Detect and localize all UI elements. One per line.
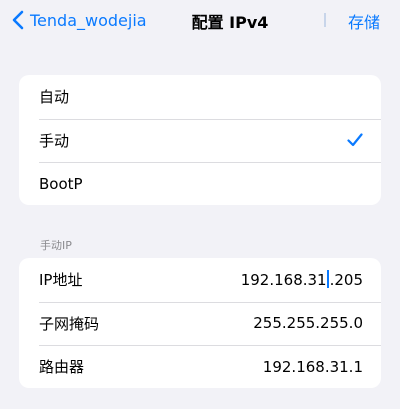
manual-ip-fields: IP地址 192.168.31.205 子网掩码 255.255.255.0 路… [19, 258, 381, 388]
field-label: 路由器 [39, 358, 85, 377]
configure-ipv4-options: 自动 手动 BootP [19, 75, 381, 205]
option-label: BootP [39, 174, 83, 193]
checkmark-icon [347, 133, 363, 147]
ip-address-row[interactable]: IP地址 192.168.31.205 [19, 258, 381, 302]
page-title: 配置 IPv4 [191, 13, 269, 32]
subnet-mask-row[interactable]: 子网掩码 255.255.255.0 [19, 301, 381, 346]
option-label: 手动 [39, 131, 70, 150]
option-bootp[interactable]: BootP [19, 162, 381, 205]
option-manual[interactable]: 手动 [19, 118, 381, 163]
back-button-label: Tenda_wodejia [30, 10, 147, 30]
save-button[interactable]: 存储 [348, 9, 380, 33]
option-label: 自动 [39, 88, 70, 107]
subnet-mask-input[interactable]: 255.255.255.0 [253, 314, 363, 332]
router-row[interactable]: 路由器 192.168.31.1 [19, 345, 381, 388]
navigation-bar: Tenda_wodejia 配置 IPv4 存储 [0, 0, 400, 44]
router-input[interactable]: 192.168.31.1 [263, 358, 363, 376]
nav-divider [324, 13, 326, 27]
ip-address-text-before-cursor: 192.168.31 [240, 271, 327, 290]
option-auto[interactable]: 自动 [19, 75, 381, 119]
field-label: 子网掩码 [39, 314, 100, 333]
chevron-left-icon [12, 10, 24, 30]
configure-ipv4-screen: Tenda_wodejia 配置 IPv4 存储 自动 手动 BootP 手动I… [0, 0, 400, 409]
field-label: IP地址 [39, 271, 83, 290]
ip-address-input[interactable]: 192.168.31.205 [241, 270, 363, 289]
back-button[interactable]: Tenda_wodejia [12, 6, 147, 34]
ip-address-text-after-cursor: .205 [329, 271, 363, 290]
section-header-manual-ip: 手动IP [40, 239, 72, 252]
